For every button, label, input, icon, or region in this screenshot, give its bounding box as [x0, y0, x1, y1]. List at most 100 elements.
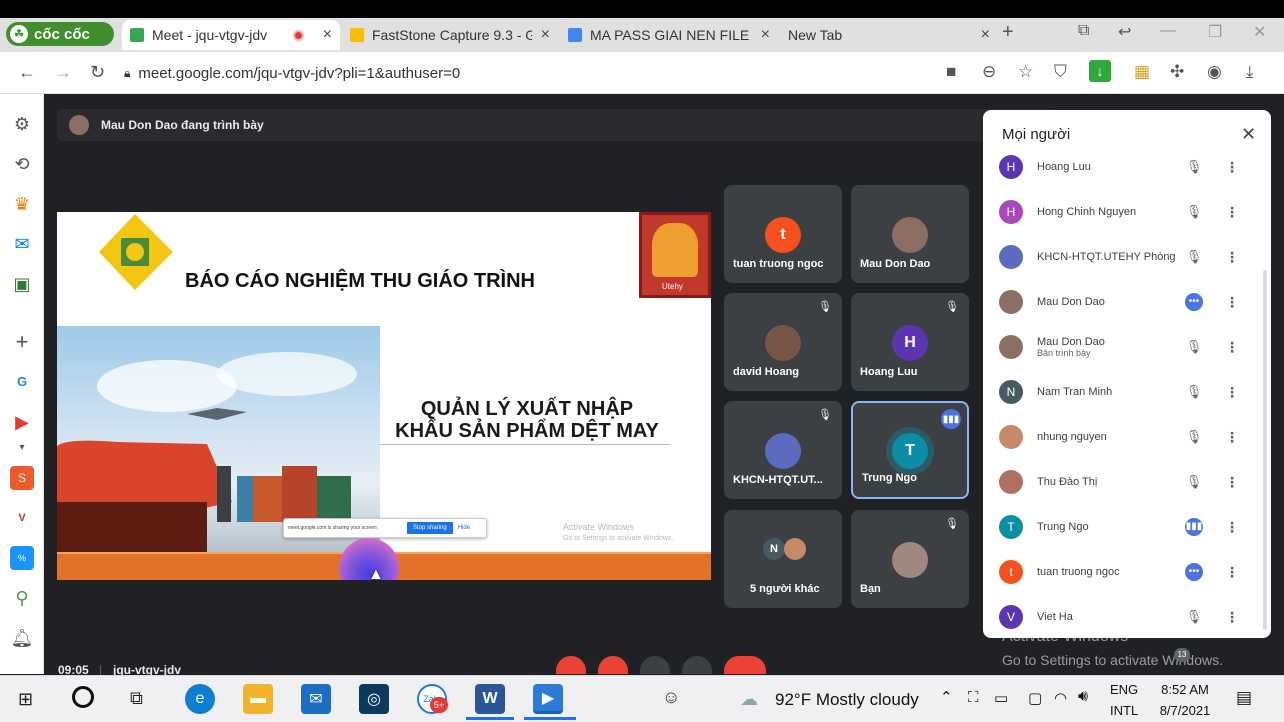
tiki-icon[interactable]: %: [10, 546, 34, 570]
participant-row[interactable]: nhung nguyen 🎙︎ ⋮: [999, 417, 1249, 457]
new-tab-plus-icon[interactable]: +: [1002, 21, 1014, 44]
extension-square-icon[interactable]: ▦: [1134, 62, 1150, 82]
messenger-icon[interactable]: ✉: [10, 232, 34, 256]
close-tab-icon[interactable]: ×: [761, 26, 770, 44]
settings-gear-icon[interactable]: ⚙: [10, 112, 34, 136]
shield-icon[interactable]: ⛉: [1054, 62, 1067, 82]
tab-new-tab[interactable]: New Tab ×: [780, 20, 998, 50]
mail-icon[interactable]: ✉: [301, 684, 331, 714]
restore-icon[interactable]: ❐: [1208, 22, 1222, 42]
camera-icon[interactable]: ■: [946, 62, 956, 82]
back-arrow-icon[interactable]: ←: [18, 62, 36, 83]
clock-date[interactable]: 8/7/2021: [1156, 703, 1214, 718]
zoom-icon[interactable]: ⊖: [982, 62, 996, 82]
wifi-icon[interactable]: ◠: [1054, 689, 1067, 707]
chevron-down-icon[interactable]: ▾: [10, 436, 34, 460]
participant-tile[interactable]: 🎙︎ H Hoang Luu: [851, 293, 969, 391]
more-vert-icon[interactable]: ⋮: [1225, 249, 1239, 266]
self-tile[interactable]: 🎙︎ Bạn: [851, 510, 969, 608]
participant-name: Thu Đào Thị: [1037, 476, 1177, 488]
more-vert-icon[interactable]: ⋮: [1225, 609, 1239, 626]
coccoc-menu-button[interactable]: ☘ cốc cốc: [6, 22, 114, 46]
url-text[interactable]: meet.google.com/jqu-vtgv-jdv?pli=1&authu…: [138, 65, 460, 82]
more-vert-icon[interactable]: ⋮: [1225, 429, 1239, 446]
tab-ma-pass[interactable]: MA PASS GIAI NEN FILE - ×: [560, 20, 778, 50]
task-view-icon[interactable]: ⧉: [130, 688, 143, 709]
bell-icon[interactable]: 🔔︎: [10, 626, 34, 650]
participant-tile[interactable]: Mau Don Dao: [851, 185, 969, 283]
show-hidden-icons-chevron-icon[interactable]: ⌃: [940, 688, 953, 706]
tray-monitor-icon[interactable]: ▭: [994, 689, 1008, 707]
clock-time[interactable]: 8:52 AM: [1158, 682, 1212, 697]
tray-app-icon[interactable]: ⛶: [968, 689, 979, 706]
others-tile[interactable]: N 5 người khác: [724, 510, 842, 608]
weather-text[interactable]: 92°F Mostly cloudy: [775, 690, 919, 710]
faststone-capture-icon[interactable]: ▶: [533, 684, 563, 714]
close-tab-icon[interactable]: ×: [981, 26, 990, 44]
bookmark-star-icon[interactable]: ☆: [1018, 62, 1033, 82]
more-vert-icon[interactable]: ⋮: [1225, 204, 1239, 221]
more-vert-icon[interactable]: ⋮: [1225, 384, 1239, 401]
url-box[interactable]: 🔒︎ meet.google.com/jqu-vtgv-jdv?pli=1&au…: [124, 57, 1124, 89]
more-vert-icon[interactable]: ⋮: [1225, 519, 1239, 536]
participant-row[interactable]: H Hoang Luu 🎙︎ ⋮: [999, 147, 1249, 187]
participant-tile-active-speaker[interactable]: ▮▮▮ T Trung Ngo: [851, 401, 969, 499]
participant-tile[interactable]: 🎙︎ KHCN-HTQT.UT...: [724, 401, 842, 499]
reload-icon[interactable]: ↻: [90, 62, 105, 83]
translate-icon[interactable]: G: [10, 370, 34, 394]
participant-tile[interactable]: t tuan truong ngoc: [724, 185, 842, 283]
downloads-icon[interactable]: ⤓: [1246, 62, 1254, 82]
participant-row[interactable]: N Nam Tran Minh 🎙︎ ⋮: [999, 372, 1249, 412]
notification-center-icon[interactable]: ▤: [1236, 688, 1252, 708]
leave-call-button[interactable]: [724, 656, 766, 674]
participant-row[interactable]: Mau Don Dao ••• ⋮: [999, 282, 1249, 322]
language-layout[interactable]: INTL: [1110, 703, 1138, 718]
tab-search-icon[interactable]: ⧉: [1078, 22, 1089, 40]
file-explorer-icon[interactable]: ▬: [243, 684, 273, 714]
windows-start-icon[interactable]: ⊞: [18, 689, 33, 710]
tab-faststone[interactable]: FastStone Capture 9.3 - G ×: [342, 20, 558, 50]
game-controller-icon[interactable]: ▣: [10, 272, 34, 296]
dell-app-icon[interactable]: ◎: [359, 684, 389, 714]
display-icon[interactable]: ▢: [1028, 689, 1042, 707]
more-vert-icon[interactable]: ⋮: [1225, 564, 1239, 581]
close-panel-icon[interactable]: ✕: [1241, 124, 1256, 145]
shopee-icon[interactable]: S: [10, 466, 34, 490]
minimize-icon[interactable]: —: [1160, 22, 1176, 40]
vtv-icon[interactable]: V: [10, 506, 34, 530]
cortana-search-icon[interactable]: [72, 686, 94, 708]
edge-browser-icon[interactable]: e: [185, 684, 215, 714]
people-taskbar-icon[interactable]: ☺: [662, 687, 680, 708]
close-window-icon[interactable]: ✕: [1253, 22, 1266, 42]
map-pin-icon[interactable]: ⚲: [10, 586, 34, 610]
participant-row[interactable]: Thu Đào Thị 🎙︎ ⋮: [999, 462, 1249, 502]
stop-sharing-button[interactable]: Stop sharing: [407, 522, 453, 534]
participant-row[interactable]: KHCN-HTQT.UTEHY Phòng 🎙︎ ⋮: [999, 237, 1249, 277]
more-vert-icon[interactable]: ⋮: [1225, 474, 1239, 491]
download-arrow-icon[interactable]: ↓: [1089, 60, 1111, 82]
close-tab-icon[interactable]: ×: [541, 26, 550, 44]
tab-meet[interactable]: Meet - jqu-vtgv-jdv ×: [122, 20, 340, 50]
history-icon[interactable]: ⟲: [10, 152, 34, 176]
participant-row[interactable]: t tuan truong ngoc ••• ⋮: [999, 552, 1249, 592]
profile-icon[interactable]: ◉: [1207, 62, 1222, 82]
participant-row[interactable]: T Trung Ngo ▮▮▮ ⋮: [999, 507, 1249, 547]
participant-tile[interactable]: 🎙︎ david Hoang: [724, 293, 842, 391]
more-vert-icon[interactable]: ⋮: [1225, 339, 1239, 356]
hide-button[interactable]: Hide: [458, 525, 470, 531]
back-history-icon[interactable]: ↩: [1118, 22, 1131, 42]
add-app-plus-icon[interactable]: +: [10, 330, 34, 354]
youtube-icon[interactable]: ▶: [10, 410, 34, 434]
participant-row[interactable]: H Hong Chinh Nguyen 🎙︎ ⋮: [999, 192, 1249, 232]
forward-arrow-icon[interactable]: →: [54, 62, 72, 83]
close-tab-icon[interactable]: ×: [323, 26, 332, 44]
panel-scrollbar[interactable]: [1263, 270, 1267, 630]
crown-icon[interactable]: ♛: [10, 192, 34, 216]
participant-row[interactable]: Mau Don Dao Bản trình bày 🎙︎ ⋮: [999, 327, 1249, 367]
extensions-puzzle-icon[interactable]: ✣: [1170, 62, 1184, 82]
language-code[interactable]: ENG: [1110, 682, 1138, 697]
more-vert-icon[interactable]: ⋮: [1225, 294, 1239, 311]
volume-icon[interactable]: 🔊︎: [1078, 688, 1088, 706]
word-icon[interactable]: W: [475, 684, 505, 714]
more-vert-icon[interactable]: ⋮: [1225, 159, 1239, 176]
